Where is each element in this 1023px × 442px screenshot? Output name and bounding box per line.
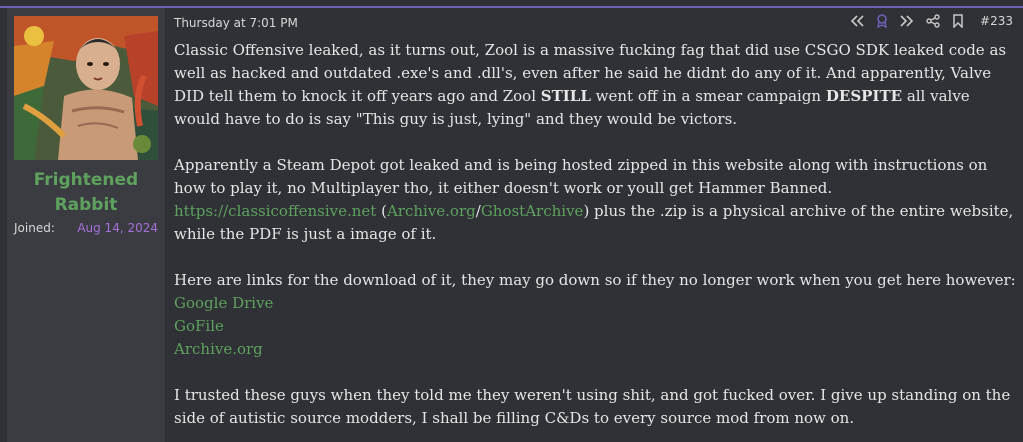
joined-date: Aug 14, 2024 [77,221,158,235]
user-sidebar: Frightened Rabbit Joined: Aug 14, 2024 [7,8,165,442]
rewind-icon[interactable] [850,15,864,27]
avatar-image [14,16,158,160]
paragraph-2: Apparently a Steam Depot got leaked and … [174,154,1019,246]
post-number[interactable]: #233 [980,14,1013,28]
bookmark-icon[interactable] [952,14,964,28]
paren-open: ( [376,202,387,220]
p3-text: Here are links for the download of it, t… [174,271,1016,289]
username[interactable]: Frightened Rabbit [7,168,165,218]
link-archive-org[interactable]: Archive.org [387,202,476,220]
forward-icon[interactable] [900,15,914,27]
link-archive[interactable]: Archive.org [174,340,263,358]
p1-bold-despite: DESPITE [825,87,903,105]
post-timestamp[interactable]: Thursday at 7:01 PM [174,16,298,30]
paragraph-1: Classic Offensive leaked, as it turns ou… [174,39,1019,131]
post-actions: #233 [850,14,1013,28]
p1-text-c: went off in a smear campaign [590,87,826,105]
badge-icon[interactable] [876,14,888,28]
paragraph-4: I trusted these guys when they told me t… [174,384,1019,430]
p4-text: I trusted these guys when they told me t… [174,386,1011,427]
share-icon[interactable] [926,14,940,28]
link-gofile[interactable]: GoFile [174,317,224,335]
post-body: Classic Offensive leaked, as it turns ou… [174,39,1019,430]
link-google-drive[interactable]: Google Drive [174,294,273,312]
p2-text-a: Apparently a Steam Depot got leaked and … [174,156,988,197]
avatar[interactable] [14,16,158,160]
joined-label: Joined: [14,221,55,235]
link-classicoffensive[interactable]: https://classicoffensive.net [174,202,376,220]
p1-bold-still: STILL [540,87,591,105]
paragraph-3: Here are links for the download of it, t… [174,269,1019,361]
link-ghostarchive[interactable]: GhostArchive [481,202,584,220]
post-main: Thursday at 7:01 PM #233 Classic Offensi… [166,8,1023,442]
